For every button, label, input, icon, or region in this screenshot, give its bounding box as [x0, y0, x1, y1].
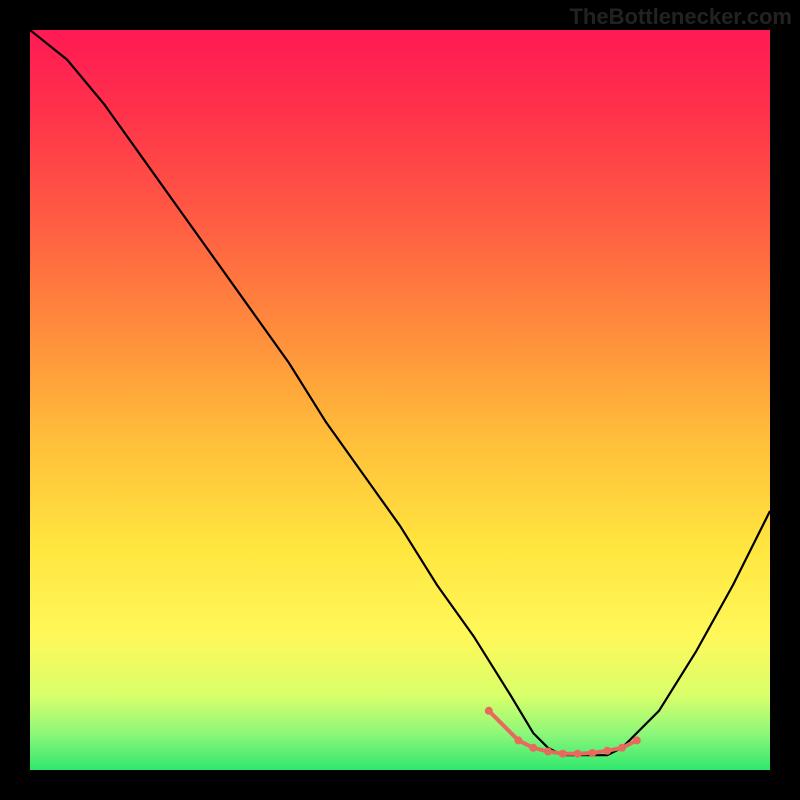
- marker-dot: [514, 736, 522, 744]
- marker-dot: [529, 744, 537, 752]
- marker-dot: [603, 747, 611, 755]
- marker-dot: [559, 750, 567, 758]
- chart-svg: [30, 30, 770, 770]
- marker-dot: [485, 707, 493, 715]
- watermark-text: TheBottlenecker.com: [569, 4, 792, 30]
- chart-frame: TheBottlenecker.com: [0, 0, 800, 800]
- plot-area: [30, 30, 770, 770]
- marker-dot: [633, 736, 641, 744]
- marker-dot: [618, 744, 626, 752]
- marker-dot: [574, 750, 582, 758]
- gradient-background: [30, 30, 770, 770]
- marker-dot: [544, 748, 552, 756]
- marker-dot: [588, 749, 596, 757]
